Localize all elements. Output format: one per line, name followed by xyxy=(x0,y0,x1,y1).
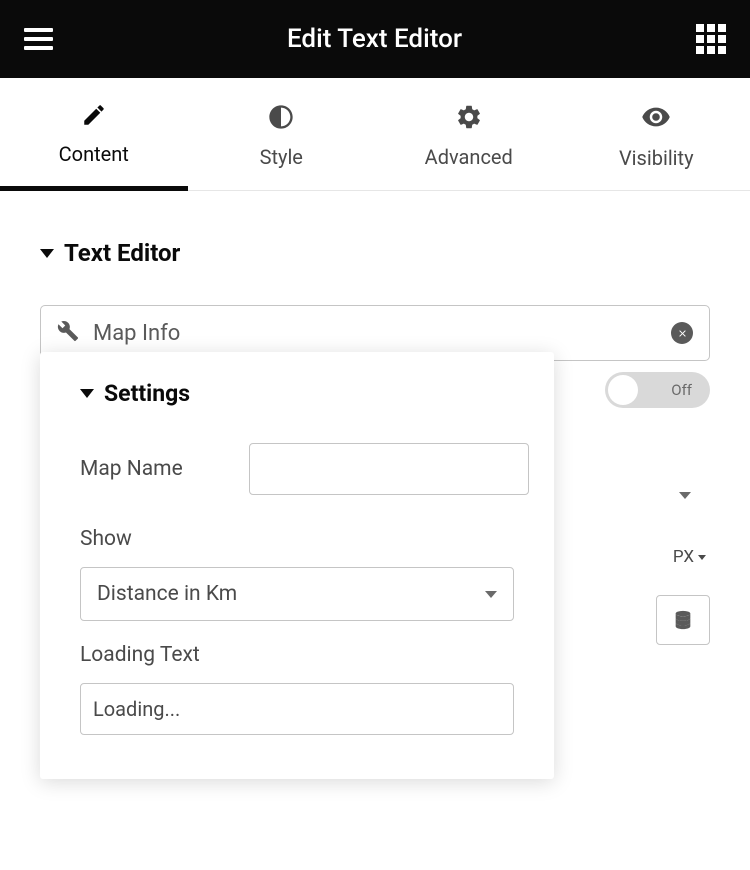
show-value: Distance in Km xyxy=(97,582,237,606)
contrast-icon xyxy=(267,103,295,131)
settings-popover: Settings Map Name Show Distance in Km Lo… xyxy=(40,352,554,779)
toggle-row: Off xyxy=(605,372,710,408)
show-label: Show xyxy=(80,527,514,551)
toggle-switch[interactable]: Off xyxy=(605,372,710,408)
caret-down-icon xyxy=(698,555,706,560)
map-name-label: Map Name xyxy=(80,457,225,481)
close-icon xyxy=(677,328,688,339)
wrench-icon xyxy=(57,320,79,346)
popover-title: Settings xyxy=(104,380,190,407)
unit-selector[interactable]: PX xyxy=(673,547,706,567)
menu-icon[interactable] xyxy=(24,28,53,50)
tab-content[interactable]: Content xyxy=(0,78,188,191)
tab-label: Advanced xyxy=(425,145,513,169)
content-area: Map Info Off PX Settings Map Name xyxy=(0,287,750,379)
caret-down-icon xyxy=(40,249,54,258)
caret-down-icon xyxy=(679,492,691,499)
section-header[interactable]: Text Editor xyxy=(0,191,750,287)
loading-text-group: Loading Text xyxy=(80,643,514,735)
eye-icon xyxy=(641,102,671,132)
loading-text-label: Loading Text xyxy=(80,643,514,667)
header-title: Edit Text Editor xyxy=(287,24,462,54)
bg-dropdown[interactable] xyxy=(660,477,710,513)
tab-style[interactable]: Style xyxy=(188,78,376,190)
toggle-label: Off xyxy=(671,381,692,399)
apps-grid-icon[interactable] xyxy=(696,24,726,54)
tab-label: Style xyxy=(260,145,303,169)
database-button[interactable] xyxy=(656,595,710,645)
loading-text-input[interactable] xyxy=(80,683,514,735)
editor-header: Edit Text Editor xyxy=(0,0,750,78)
popover-header[interactable]: Settings xyxy=(80,380,514,407)
unit-label: PX xyxy=(673,547,694,567)
tab-advanced[interactable]: Advanced xyxy=(375,78,563,190)
caret-down-icon xyxy=(485,591,497,598)
tab-label: Visibility xyxy=(619,146,694,170)
toggle-knob xyxy=(608,375,638,405)
map-name-input[interactable] xyxy=(249,443,529,495)
show-group: Show Distance in Km xyxy=(80,527,514,621)
database-icon xyxy=(672,609,694,631)
section-title: Text Editor xyxy=(64,239,180,267)
pencil-icon xyxy=(81,102,107,128)
tab-visibility[interactable]: Visibility xyxy=(563,78,750,190)
tab-label: Content xyxy=(59,142,129,166)
caret-down-icon xyxy=(80,389,94,398)
map-name-row: Map Name xyxy=(80,443,514,495)
show-select[interactable]: Distance in Km xyxy=(80,567,514,621)
gear-icon xyxy=(455,103,483,131)
tabs-bar: Content Style Advanced Visibility xyxy=(0,78,750,191)
clear-button[interactable] xyxy=(671,322,693,344)
field-value: Map Info xyxy=(93,321,671,346)
